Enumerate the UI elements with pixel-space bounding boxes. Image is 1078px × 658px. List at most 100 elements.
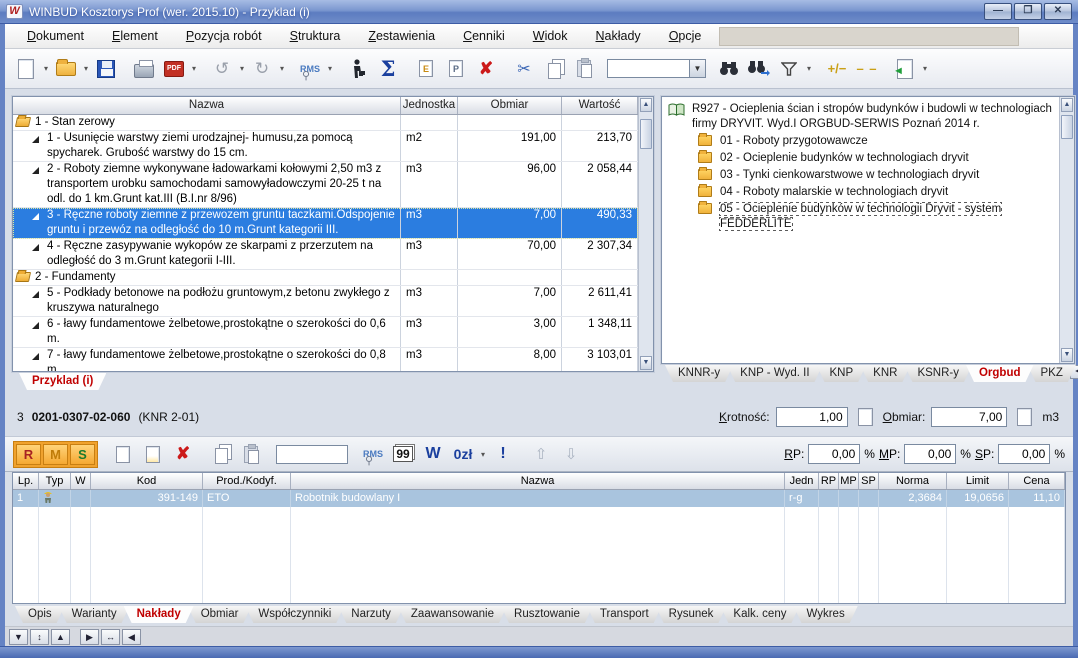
estimate-column-header[interactable]: Wartość xyxy=(562,97,638,114)
find-button[interactable] xyxy=(716,55,742,83)
pane-split-left-icon[interactable]: ◀ xyxy=(122,629,141,645)
catalog-tab-knp[interactable]: KNP xyxy=(817,365,867,382)
catalog-node[interactable]: 02 - Ocieplenie budynków w technologiach… xyxy=(694,150,971,167)
new-document-button[interactable] xyxy=(13,55,39,83)
menu-item-dokument[interactable]: Dokument xyxy=(13,26,98,47)
rms-search-dropdown[interactable]: ▾ xyxy=(325,64,335,73)
filter-s-button[interactable]: S xyxy=(70,444,95,465)
resource-properties-button[interactable] xyxy=(140,440,166,468)
resource-row[interactable]: 1391-149ETORobotnik budowlany Ir-g2,3684… xyxy=(13,490,1065,507)
menu-item-element[interactable]: Element xyxy=(98,26,172,47)
find-next-button[interactable] xyxy=(746,55,772,83)
paste-button[interactable] xyxy=(571,55,597,83)
pane-split-top-icon[interactable]: ▲ xyxy=(51,629,70,645)
combo-dropdown-button[interactable]: ▼ xyxy=(689,59,706,78)
estimate-row[interactable]: 4 - Ręczne zasypywanie wykopów ze skarpa… xyxy=(13,239,638,270)
mp-input[interactable] xyxy=(904,444,956,464)
resources-tab-warianty[interactable]: Warianty xyxy=(59,606,130,623)
scroll-thumb[interactable] xyxy=(1061,115,1073,139)
resources-tab-narzuty[interactable]: Narzuty xyxy=(338,606,404,623)
redo-dropdown[interactable]: ▾ xyxy=(277,64,287,73)
scroll-down-icon[interactable]: ▼ xyxy=(1061,348,1073,362)
scroll-up-icon[interactable]: ▲ xyxy=(640,98,652,112)
maximize-button[interactable]: ❐ xyxy=(1014,3,1042,20)
resources-column-header[interactable]: Typ xyxy=(39,473,71,489)
zero-zl-button[interactable]: 0zł xyxy=(450,440,476,468)
resources-column-header[interactable]: RP xyxy=(819,473,839,489)
catalog-tab-knpwydii[interactable]: KNP - Wyd. II xyxy=(727,365,822,382)
catalog-tab-knnry[interactable]: KNNR-y xyxy=(665,365,733,382)
scroll-thumb[interactable] xyxy=(640,119,652,149)
collapse-button[interactable]: – – xyxy=(854,55,880,83)
paste-resource-button[interactable] xyxy=(238,440,264,468)
resources-tab-wspczynniki[interactable]: Współczynniki xyxy=(245,606,344,623)
add-resource-button[interactable] xyxy=(110,440,136,468)
resources-column-header[interactable]: W xyxy=(71,473,91,489)
estimate-row[interactable]: 6 - ławy fundamentowe żelbetowe,prostoką… xyxy=(13,317,638,348)
delete-resource-button[interactable]: ✘ xyxy=(170,440,196,468)
toolbar-combo-input[interactable] xyxy=(607,59,689,78)
estimate-column-header[interactable]: Nazwa xyxy=(13,97,401,114)
resources-column-header[interactable]: Cena xyxy=(1009,473,1065,489)
resources-column-header[interactable]: SP xyxy=(859,473,879,489)
pane-split-right-icon[interactable]: ▶ xyxy=(80,629,99,645)
sp-input[interactable] xyxy=(998,444,1050,464)
delete-button[interactable]: ✘ xyxy=(473,55,499,83)
obmiar-input[interactable] xyxy=(931,407,1007,427)
new-document-dropdown[interactable]: ▾ xyxy=(41,64,51,73)
resource-search-input[interactable] xyxy=(276,445,348,464)
scroll-down-icon[interactable]: ▼ xyxy=(640,356,652,370)
pages-99-button[interactable]: 99 xyxy=(390,440,416,468)
estimate-row[interactable]: 2 - Roboty ziemne wykonywane ładowarkami… xyxy=(13,162,638,208)
filter-button[interactable] xyxy=(776,55,802,83)
print-button[interactable] xyxy=(131,55,157,83)
copy-krotnosc-icon[interactable] xyxy=(858,408,873,426)
undo-dropdown[interactable]: ▾ xyxy=(237,64,247,73)
undo-button[interactable]: ↺ xyxy=(209,55,235,83)
import-button[interactable]: ◄ xyxy=(892,55,918,83)
estimate-column-header[interactable]: Jednostka xyxy=(401,97,458,114)
rms-search-button[interactable]: RMS xyxy=(297,55,323,83)
menu-item-opcje[interactable]: Opcje xyxy=(655,26,716,47)
export-pdf-dropdown[interactable]: ▾ xyxy=(189,64,199,73)
rms-lookup-button[interactable]: RMS xyxy=(360,440,386,468)
title-bar[interactable]: W WINBUD Kosztorys Prof (wer. 2015.10) -… xyxy=(0,0,1078,24)
filter-dropdown[interactable]: ▾ xyxy=(804,64,814,73)
estimate-vertical-scrollbar[interactable]: ▲ ▼ xyxy=(638,97,653,371)
element-page-button[interactable]: E xyxy=(413,55,439,83)
w-button[interactable]: W xyxy=(420,440,446,468)
pane-split-horizontal-icon[interactable]: ↕ xyxy=(30,629,49,645)
catalog-root-node[interactable]: R927 - Ocieplenia ścian i stropów budynk… xyxy=(666,101,1058,133)
catalog-node[interactable]: 05 - Ocieplenie budynków w technologii D… xyxy=(694,201,1058,233)
resources-column-header[interactable]: Limit xyxy=(947,473,1009,489)
cut-button[interactable]: ✂ xyxy=(511,55,537,83)
catalog-node[interactable]: 03 - Tynki cienkowarstwowe w technologia… xyxy=(694,167,981,184)
position-page-button[interactable]: P xyxy=(443,55,469,83)
sum-button[interactable]: Σ xyxy=(375,55,401,83)
catalog-node[interactable]: 01 - Roboty przygotowawcze xyxy=(694,133,870,150)
close-button[interactable]: ✕ xyxy=(1044,3,1072,20)
estimate-row[interactable]: 2 - Fundamenty xyxy=(13,270,638,286)
resources-tab-transport[interactable]: Transport xyxy=(587,606,662,623)
open-document-button[interactable] xyxy=(53,55,79,83)
filter-r-button[interactable]: R xyxy=(16,444,41,465)
rp-input[interactable] xyxy=(808,444,860,464)
catalog-tab-orgbud[interactable]: Orgbud xyxy=(966,365,1034,382)
pane-split-vertical-icon[interactable]: ↔ xyxy=(101,629,120,645)
move-down-button[interactable]: ⇩ xyxy=(558,440,584,468)
import-dropdown[interactable]: ▾ xyxy=(920,64,930,73)
pane-split-bottom-icon[interactable]: ▼ xyxy=(9,629,28,645)
resources-column-header[interactable]: Jedn xyxy=(785,473,819,489)
resources-tab-rysunek[interactable]: Rysunek xyxy=(656,606,727,623)
catalog-tab-ksnry[interactable]: KSNR-y xyxy=(904,365,972,382)
resources-tab-obmiar[interactable]: Obmiar xyxy=(188,606,252,623)
minimize-button[interactable]: — xyxy=(984,3,1012,20)
plus-minus-button[interactable]: +/− xyxy=(824,55,850,83)
redo-button[interactable]: ↻ xyxy=(249,55,275,83)
resources-column-header[interactable]: Norma xyxy=(879,473,947,489)
important-button[interactable]: ! xyxy=(490,440,516,468)
estimate-row[interactable]: 1 - Stan zerowy xyxy=(13,115,638,131)
resources-tab-wykres[interactable]: Wykres xyxy=(793,606,857,623)
catalog-tab-pkz[interactable]: PKZ xyxy=(1028,365,1076,382)
resources-tab-zaawansowanie[interactable]: Zaawansowanie xyxy=(398,606,507,623)
